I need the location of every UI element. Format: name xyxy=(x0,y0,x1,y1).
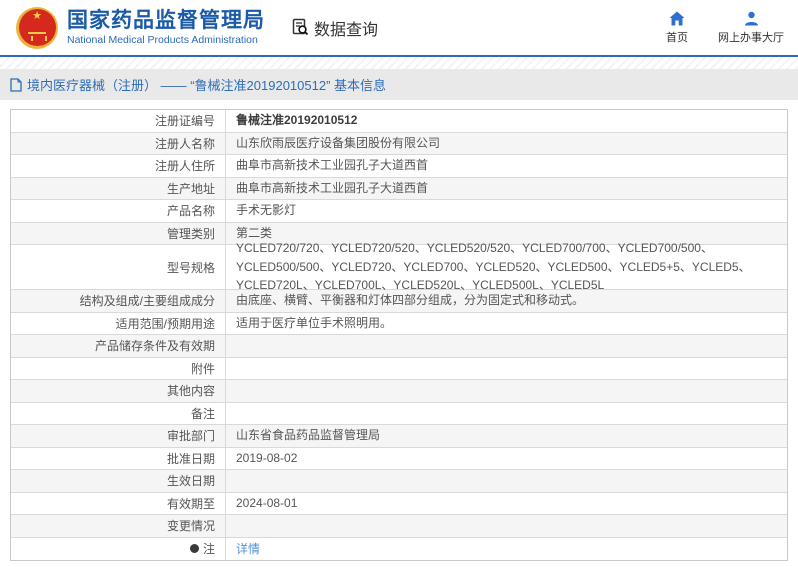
hatch-divider xyxy=(0,57,798,69)
row-value: 山东欣雨辰医疗设备集团股份有限公司 xyxy=(226,133,787,155)
table-row: 注册人住所 曲阜市高新技术工业园孔子大道西首 xyxy=(11,155,787,178)
note-bubble-icon xyxy=(190,544,199,553)
agency-name-cn: 国家药品监督管理局 xyxy=(67,9,265,33)
row-label: 备注 xyxy=(11,403,226,425)
star-icon: ★ xyxy=(32,11,42,22)
row-value: 2024-08-01 xyxy=(226,493,787,515)
detail-link[interactable]: 详情 xyxy=(236,540,260,557)
row-label: 其他内容 xyxy=(11,380,226,402)
row-label: 生产地址 xyxy=(11,178,226,200)
table-row: 适用范围/预期用途 适用于医疗单位手术照明用。 xyxy=(11,313,787,336)
table-row: 备注 xyxy=(11,403,787,426)
table-row: 注册证编号 鲁械注准20192010512 xyxy=(11,110,787,133)
row-value: 适用于医疗单位手术照明用。 xyxy=(226,313,787,335)
row-label: 注册证编号 xyxy=(11,110,226,132)
row-label: 变更情况 xyxy=(11,515,226,537)
row-label: 产品名称 xyxy=(11,200,226,222)
document-search-icon xyxy=(291,18,310,37)
table-row: 变更情况 xyxy=(11,515,787,538)
main-content: 注册证编号 鲁械注准20192010512 注册人名称 山东欣雨辰医疗设备集团股… xyxy=(0,100,798,561)
row-label: 注册人名称 xyxy=(11,133,226,155)
row-value xyxy=(226,470,787,492)
row-value: 山东省食品药品监督管理局 xyxy=(226,425,787,447)
row-label: 适用范围/预期用途 xyxy=(11,313,226,335)
row-value: 由底座、横臂、平衡器和灯体四部分组成，分为固定式和移动式。 xyxy=(226,290,787,312)
row-label: 有效期至 xyxy=(11,493,226,515)
table-row: 注册人名称 山东欣雨辰医疗设备集团股份有限公司 xyxy=(11,133,787,156)
table-row: 附件 xyxy=(11,358,787,381)
data-query-section[interactable]: 数据查询 xyxy=(291,16,378,40)
breadcrumb: 境内医疗器械（注册） —— “鲁械注准20192010512” 基本信息 xyxy=(27,75,386,94)
nav-service-hall[interactable]: 网上办事大厅 xyxy=(718,11,784,45)
row-value xyxy=(226,515,787,537)
table-row: 产品名称 手术无影灯 xyxy=(11,200,787,223)
table-row: 有效期至 2024-08-01 xyxy=(11,493,787,516)
table-row: 其他内容 xyxy=(11,380,787,403)
national-emblem-logo: ★ xyxy=(16,7,58,49)
nav-service-hall-label: 网上办事大厅 xyxy=(718,29,784,45)
row-value xyxy=(226,403,787,425)
info-table: 注册证编号 鲁械注准20192010512 注册人名称 山东欣雨辰医疗设备集团股… xyxy=(10,109,788,561)
row-label: 管理类别 xyxy=(11,223,226,245)
row-label: 注 xyxy=(11,538,226,561)
page-icon xyxy=(10,78,22,92)
gate-icon xyxy=(28,32,46,40)
row-label: 批准日期 xyxy=(11,448,226,470)
table-row: 生产地址 曲阜市高新技术工业园孔子大道西首 xyxy=(11,178,787,201)
table-row: 生效日期 xyxy=(11,470,787,493)
agency-title-block: 国家药品监督管理局 National Medical Products Admi… xyxy=(67,9,265,47)
row-value xyxy=(226,358,787,380)
row-label: 审批部门 xyxy=(11,425,226,447)
row-label: 注册人住所 xyxy=(11,155,226,177)
table-row: 结构及组成/主要组成成分 由底座、横臂、平衡器和灯体四部分组成，分为固定式和移动… xyxy=(11,290,787,313)
row-label: 生效日期 xyxy=(11,470,226,492)
row-value xyxy=(226,380,787,402)
nav-home[interactable]: 首页 xyxy=(666,11,688,45)
user-icon xyxy=(744,11,759,26)
row-value: 详情 xyxy=(226,538,787,561)
row-label: 结构及组成/主要组成成分 xyxy=(11,290,226,312)
row-value: 曲阜市高新技术工业园孔子大道西首 xyxy=(226,178,787,200)
table-row: 审批部门 山东省食品药品监督管理局 xyxy=(11,425,787,448)
row-label: 产品储存条件及有效期 xyxy=(11,335,226,357)
top-nav: 首页 网上办事大厅 xyxy=(666,11,798,45)
row-label: 型号规格 xyxy=(11,245,226,289)
row-value: 2019-08-02 xyxy=(226,448,787,470)
table-row: 产品储存条件及有效期 xyxy=(11,335,787,358)
breadcrumb-bar: 境内医疗器械（注册） —— “鲁械注准20192010512” 基本信息 xyxy=(0,69,798,100)
data-query-label: 数据查询 xyxy=(314,16,378,40)
table-row: 批准日期 2019-08-02 xyxy=(11,448,787,471)
nav-home-label: 首页 xyxy=(666,29,688,45)
table-row: 型号规格 YCLED720/720、YCLED720/520、YCLED520/… xyxy=(11,245,787,290)
row-label: 附件 xyxy=(11,358,226,380)
row-value xyxy=(226,335,787,357)
site-header: ★ 国家药品监督管理局 National Medical Products Ad… xyxy=(0,0,798,57)
row-value: 手术无影灯 xyxy=(226,200,787,222)
row-value: 鲁械注准20192010512 xyxy=(226,110,787,132)
row-value: 曲阜市高新技术工业园孔子大道西首 xyxy=(226,155,787,177)
home-icon xyxy=(669,11,685,26)
agency-name-en: National Medical Products Administration xyxy=(67,33,265,47)
row-value: YCLED720/720、YCLED720/520、YCLED520/520、Y… xyxy=(226,245,787,289)
table-row: 注 详情 xyxy=(11,538,787,561)
